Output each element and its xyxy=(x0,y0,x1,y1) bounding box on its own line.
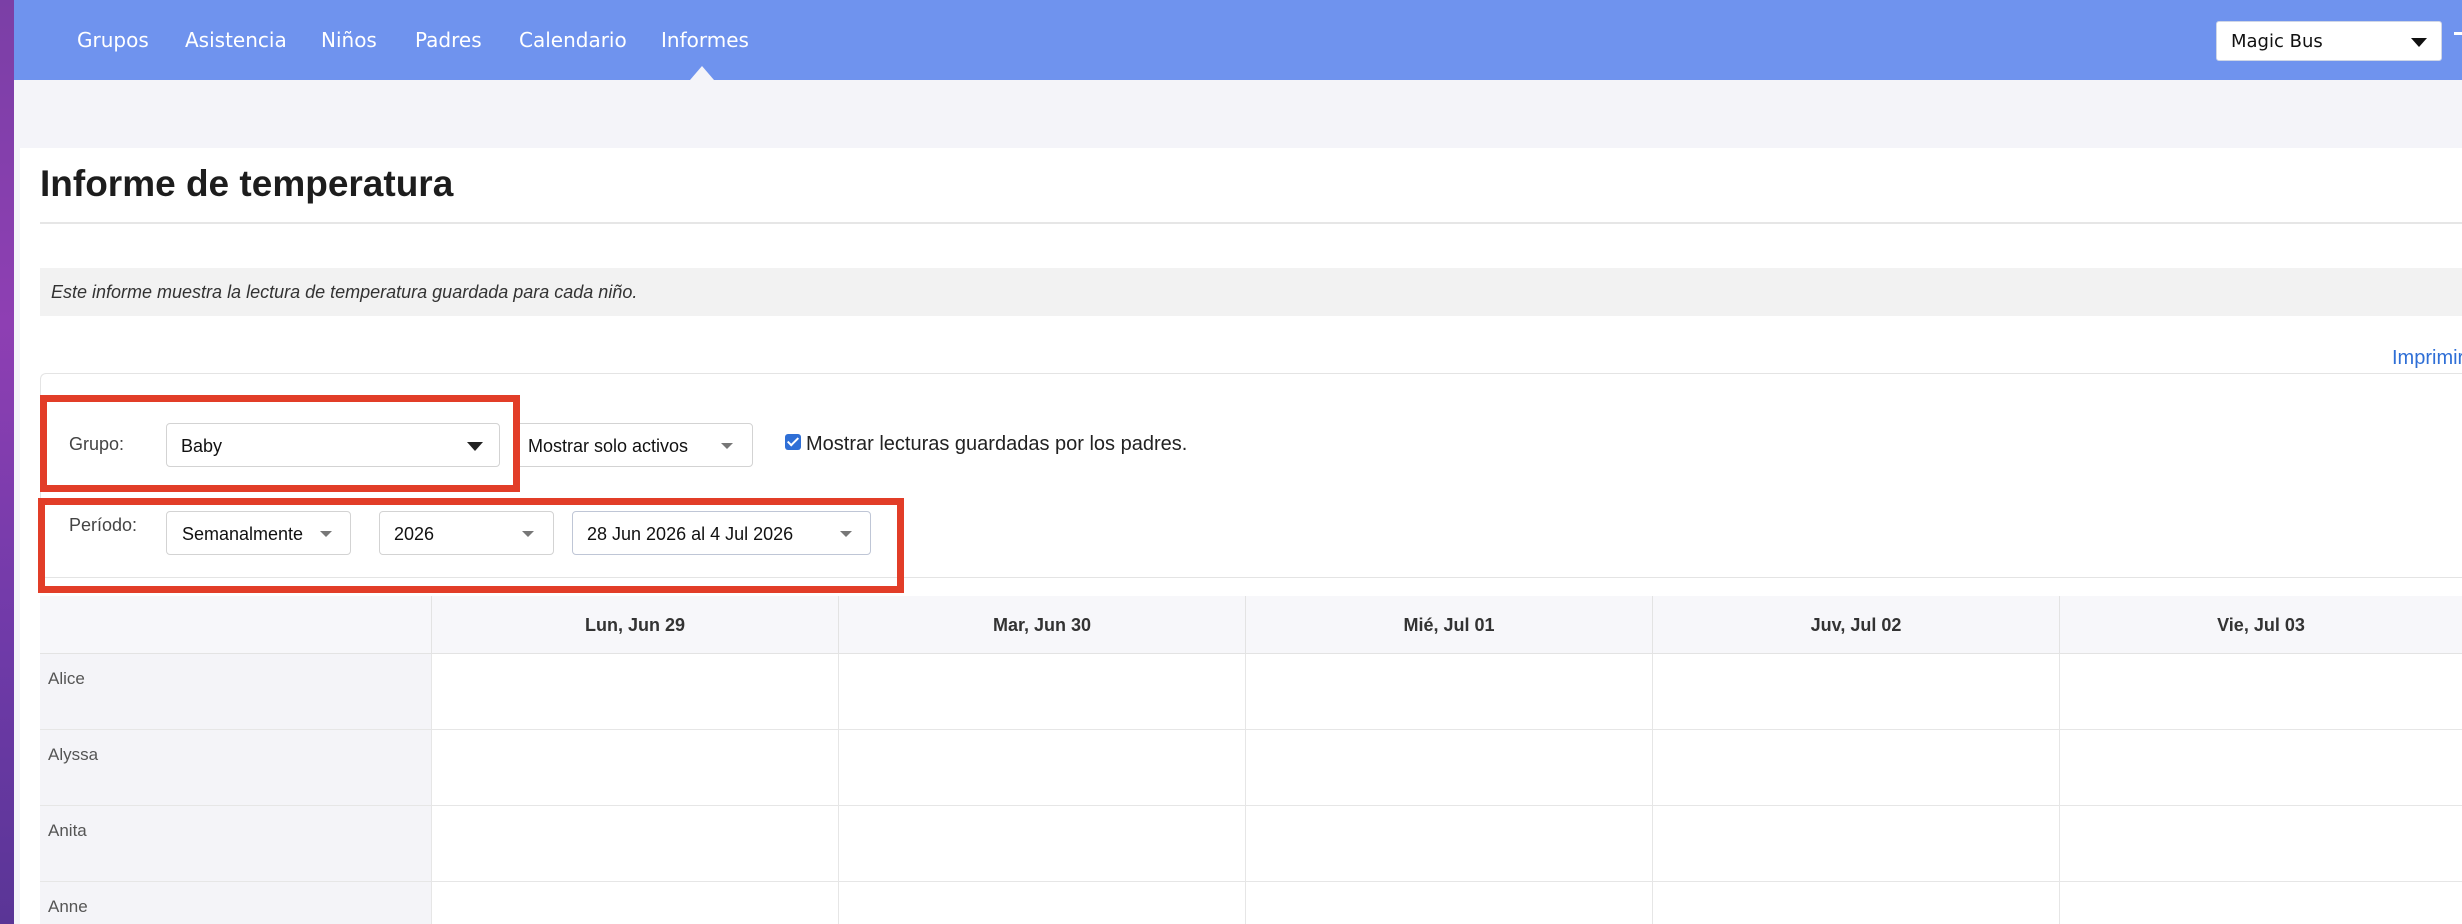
column-header: Juv, Jul 02 xyxy=(1652,596,2059,654)
chevron-down-icon xyxy=(467,442,483,451)
period-select-value: Semanalmente xyxy=(182,524,304,544)
column-header: Lun, Jun 29 xyxy=(431,596,838,654)
row-divider xyxy=(40,805,2462,806)
status-select[interactable]: Mostrar solo activos xyxy=(514,423,753,467)
table-header: Lun, Jun 29 Mar, Jun 30 Mié, Jul 01 Juv,… xyxy=(40,596,2462,654)
report-description: Este informe muestra la lectura de tempe… xyxy=(51,282,638,302)
column-header: Mar, Jun 30 xyxy=(838,596,1245,654)
table-row-name: Anne xyxy=(48,897,88,916)
status-select-value: Mostrar solo activos xyxy=(528,436,689,456)
year-select-value: 2026 xyxy=(394,524,435,544)
row-divider xyxy=(40,729,2462,730)
organization-select-value: Magic Bus xyxy=(2231,31,2323,52)
group-select[interactable]: Baby xyxy=(166,423,500,467)
group-select-value: Baby xyxy=(181,436,223,456)
page-title: Informe de temperatura xyxy=(40,163,454,204)
date-range-select-value: 28 Jun 2026 al 4 Jul 2026 xyxy=(587,524,794,544)
table-row-name: Anita xyxy=(48,821,87,840)
menu-icon[interactable] xyxy=(2454,32,2462,42)
nav-item-padres[interactable]: Padres xyxy=(415,28,482,52)
chevron-down-icon xyxy=(522,531,534,537)
chevron-down-icon xyxy=(320,531,332,537)
year-select[interactable]: 2026 xyxy=(379,511,554,555)
nav-item-asistencia[interactable]: Asistencia xyxy=(185,28,287,52)
column-header: Vie, Jul 03 xyxy=(2059,596,2462,654)
desktop-background xyxy=(0,0,14,924)
chevron-down-icon xyxy=(2411,38,2427,47)
group-label: Grupo: xyxy=(69,434,125,454)
date-range-select[interactable]: 28 Jun 2026 al 4 Jul 2026 xyxy=(572,511,871,555)
period-select[interactable]: Semanalmente xyxy=(166,511,351,555)
chevron-down-icon xyxy=(721,443,733,449)
nav-item-informes[interactable]: Informes xyxy=(661,28,749,52)
table-row-name: Alyssa xyxy=(48,745,99,764)
active-nav-indicator xyxy=(690,66,714,80)
parent-readings-label: Mostrar lecturas guardadas por los padre… xyxy=(806,433,1188,455)
print-link[interactable]: Imprimir xyxy=(2392,347,2462,370)
title-divider xyxy=(40,222,2462,224)
column-divider xyxy=(431,654,432,924)
top-navigation-bar xyxy=(14,0,2462,80)
nav-item-ninos[interactable]: Niños xyxy=(321,28,377,52)
column-divider xyxy=(2059,654,2060,924)
column-divider xyxy=(838,654,839,924)
parent-readings-checkbox[interactable] xyxy=(785,434,801,450)
nav-item-calendario[interactable]: Calendario xyxy=(519,28,627,52)
period-label: Período: xyxy=(69,515,138,535)
column-divider xyxy=(1652,654,1653,924)
row-divider xyxy=(40,881,2462,882)
report-description-box: Este informe muestra la lectura de tempe… xyxy=(40,268,2462,316)
column-header: Mié, Jul 01 xyxy=(1245,596,1652,654)
organization-select[interactable]: Magic Bus xyxy=(2216,21,2442,61)
child-name-column xyxy=(40,654,431,924)
table-row-name: Alice xyxy=(48,669,85,688)
nav-item-grupos[interactable]: Grupos xyxy=(77,28,149,52)
column-divider xyxy=(1245,654,1246,924)
chevron-down-icon xyxy=(840,531,852,537)
